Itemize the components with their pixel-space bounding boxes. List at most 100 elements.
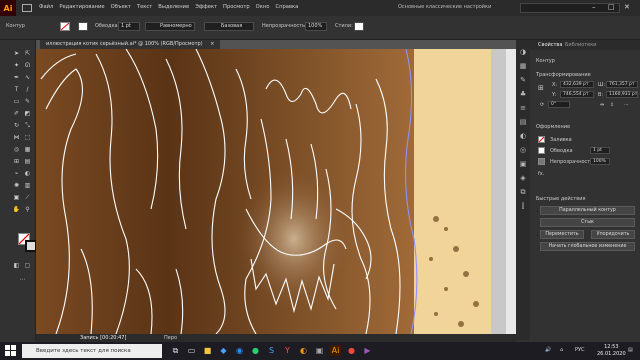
artboard-tool-icon[interactable]: ▣: [12, 194, 21, 202]
type-tool-icon[interactable]: T: [12, 86, 21, 94]
document-tab-close[interactable]: ×: [210, 41, 214, 47]
workspace-switcher[interactable]: Основные классические настройки: [398, 4, 491, 10]
opacity-field[interactable]: 100%: [590, 158, 610, 165]
opacity-input[interactable]: 100%: [305, 22, 327, 31]
symbol-sprayer-tool-icon[interactable]: ✺: [12, 182, 21, 190]
slice-tool-icon[interactable]: ⟋: [23, 194, 32, 202]
graphic-style-swatch[interactable]: [354, 22, 364, 31]
x-input[interactable]: 432,639 рт: [560, 81, 594, 88]
align-button[interactable]: Упорядочить: [591, 230, 635, 239]
menu-item-help[interactable]: Справка: [272, 4, 301, 12]
edit-toolbar-icon[interactable]: ⋯: [18, 276, 27, 284]
folder-icon[interactable]: ■: [202, 345, 213, 356]
y-input[interactable]: 746,554 рт: [560, 91, 594, 98]
taskbar-clock[interactable]: 12:53 26.01.2020: [597, 344, 626, 358]
fill-swatch[interactable]: [60, 22, 70, 31]
menu-item-file[interactable]: Файл: [36, 4, 56, 12]
maximize-button[interactable]: □: [608, 3, 615, 11]
transparency-panel-icon[interactable]: ◐: [519, 132, 527, 140]
lasso-tool-icon[interactable]: ᘏ: [23, 62, 32, 70]
zoom-tool-icon[interactable]: ⚲: [23, 206, 32, 214]
media-icon[interactable]: ▶: [362, 345, 373, 356]
rectangle-tool-icon[interactable]: ▭: [12, 98, 21, 106]
fx-button[interactable]: fx.: [538, 171, 544, 177]
screen-mode-icon[interactable]: ▢: [23, 262, 32, 270]
brushes-panel-icon[interactable]: ✎: [519, 76, 527, 84]
document-tab[interactable]: иллюстрация котик серьёзный.ai* @ 100% (…: [40, 40, 221, 49]
graphic-styles-panel-icon[interactable]: ▣: [519, 160, 527, 168]
align-panel-icon[interactable]: ⫿: [519, 202, 527, 210]
eyedropper-tool-icon[interactable]: ⌁: [12, 170, 21, 178]
color-panel-icon[interactable]: ◑: [519, 48, 527, 56]
task-view-icon[interactable]: ⧉: [170, 345, 181, 356]
artboard-canvas[interactable]: [36, 49, 516, 334]
line-tool-icon[interactable]: /: [23, 86, 32, 94]
brush-definition[interactable]: Базовая: [204, 22, 254, 31]
gradient-panel-icon[interactable]: ▤: [519, 118, 527, 126]
artboards-panel-icon[interactable]: ⧉: [519, 188, 527, 196]
home-icon[interactable]: [22, 4, 32, 12]
variable-width-profile[interactable]: Равномерно: [145, 22, 195, 31]
h-input[interactable]: 1160,931 рт: [606, 91, 638, 98]
shaper-tool-icon[interactable]: ✐: [12, 110, 21, 118]
flip-vertical-icon[interactable]: ⇳: [610, 102, 614, 108]
chrome-icon[interactable]: ●: [250, 345, 261, 356]
paintbrush-tool-icon[interactable]: ✎: [23, 98, 32, 106]
menu-item-type[interactable]: Текст: [134, 4, 155, 12]
illustrator-taskbar-icon[interactable]: Ai: [330, 345, 341, 356]
menu-item-view[interactable]: Просмотр: [220, 4, 253, 12]
mesh-tool-icon[interactable]: ⊞: [12, 158, 21, 166]
w-input[interactable]: 761,357 рт: [606, 81, 638, 88]
language-indicator[interactable]: РУС: [575, 347, 585, 353]
perspective-grid-tool-icon[interactable]: ▦: [23, 146, 32, 154]
minimize-button[interactable]: –: [592, 3, 596, 11]
appearance-fill-swatch[interactable]: [538, 136, 545, 143]
more-options-icon[interactable]: ⋯: [624, 102, 629, 108]
stroke-weight-field[interactable]: 1 pt: [590, 147, 610, 154]
explorer-icon[interactable]: ▭: [186, 345, 197, 356]
tab-properties[interactable]: Свойства: [538, 42, 562, 48]
app-icon[interactable]: ▣: [314, 345, 325, 356]
layers-panel-icon[interactable]: ◈: [519, 174, 527, 182]
draw-mode-icon[interactable]: ◧: [12, 262, 21, 270]
rotate-tool-icon[interactable]: ↻: [12, 122, 21, 130]
global-edit-button[interactable]: Начать глобальное изменение: [540, 242, 635, 251]
stroke-swatch[interactable]: [78, 22, 88, 31]
menu-item-window[interactable]: Окно: [253, 4, 273, 12]
firefox-icon[interactable]: ◐: [298, 345, 309, 356]
symbols-panel-icon[interactable]: ♣: [519, 90, 527, 98]
width-tool-icon[interactable]: ⋈: [12, 134, 21, 142]
offset-path-button[interactable]: Параллельный контур: [540, 206, 635, 215]
eraser-tool-icon[interactable]: ◩: [23, 110, 32, 118]
volume-icon[interactable]: 🔊: [545, 347, 551, 353]
store-icon[interactable]: ◆: [218, 345, 229, 356]
rotate-angle-input[interactable]: 0°: [548, 101, 570, 108]
network-icon[interactable]: ⌂: [560, 347, 563, 353]
direct-selection-tool-icon[interactable]: ⇱: [23, 50, 32, 58]
gradient-tool-icon[interactable]: ▤: [23, 158, 32, 166]
appearance-panel-icon[interactable]: ◎: [519, 146, 527, 154]
simplify-button[interactable]: Стык: [540, 218, 635, 227]
pen-tool-icon[interactable]: ✒: [12, 74, 21, 82]
arrange-button[interactable]: Переместить: [540, 230, 584, 239]
flip-horizontal-icon[interactable]: ⇹: [600, 102, 604, 108]
menu-item-select[interactable]: Выделение: [155, 4, 192, 12]
help-search-input[interactable]: [520, 3, 620, 13]
reference-point-icon[interactable]: ⊞: [538, 84, 544, 92]
skype-icon[interactable]: S: [266, 345, 277, 356]
scale-tool-icon[interactable]: ⤡: [23, 122, 32, 130]
swatches-panel-icon[interactable]: ▦: [519, 62, 527, 70]
close-window-button[interactable]: ✕: [624, 3, 630, 11]
stroke-weight-input[interactable]: 1 pt: [118, 22, 140, 31]
curvature-tool-icon[interactable]: ∿: [23, 74, 32, 82]
taskbar-search-input[interactable]: Введите здесь текст для поиска: [22, 344, 162, 358]
graph-tool-icon[interactable]: ▥: [23, 182, 32, 190]
recorder-icon[interactable]: ●: [346, 345, 357, 356]
menu-item-effect[interactable]: Эффект: [192, 4, 220, 12]
blend-tool-icon[interactable]: ◐: [23, 170, 32, 178]
free-transform-tool-icon[interactable]: ⬚: [23, 134, 32, 142]
selection-tool-icon[interactable]: ➤: [12, 50, 21, 58]
appearance-stroke-swatch[interactable]: [538, 147, 545, 154]
opacity-label[interactable]: Непрозрачность:: [262, 23, 307, 29]
notifications-icon[interactable]: ▤: [628, 347, 633, 353]
